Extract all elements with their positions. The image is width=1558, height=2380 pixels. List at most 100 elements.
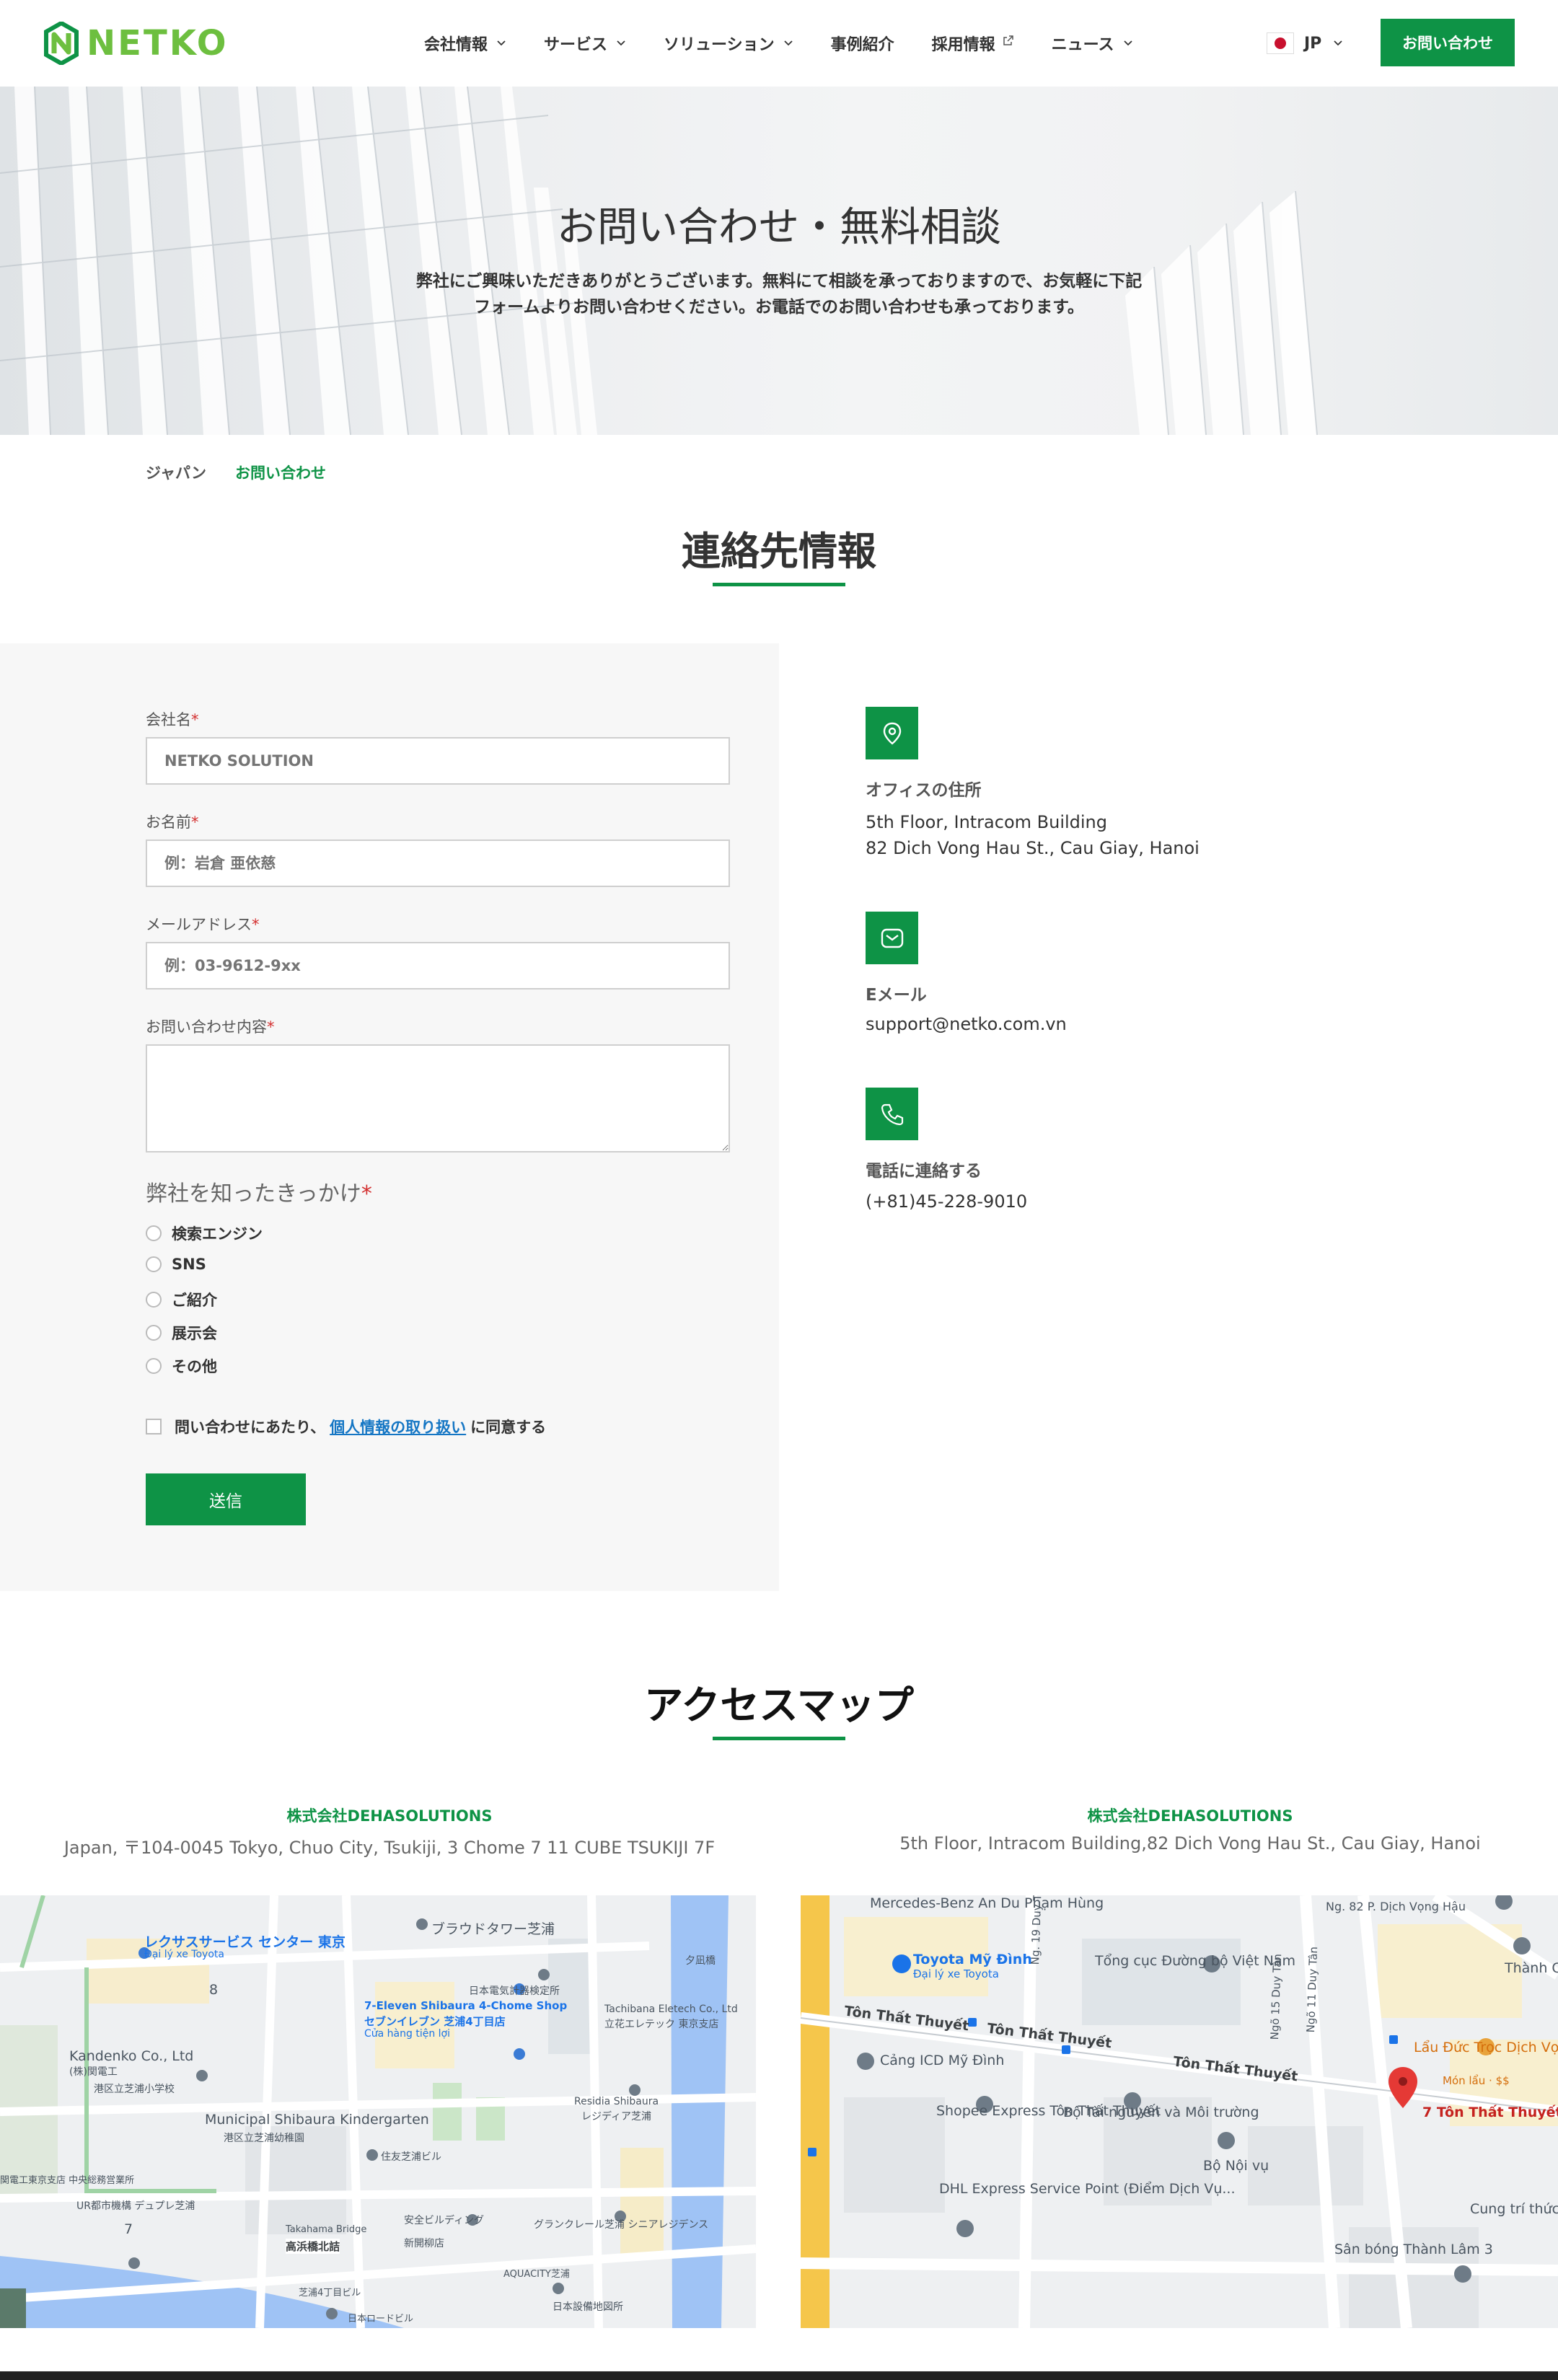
required-mark: * [267,1018,275,1036]
agree-suffix-text: に同意する [470,1419,547,1436]
breadcrumb-home-link[interactable]: ジャパン [146,462,206,483]
map-label: グランクレール芝浦 シニアレジデンス [534,2219,709,2231]
map-label: 関電工東京支店 中央総務営業所 [0,2175,135,2186]
logo-mark-icon [44,22,79,65]
location-pin-icon [866,707,918,759]
map-label: 日本電気計器検定所 [469,1985,560,1997]
map-label: Mercedes-Benz An Du Phạm Hùng [870,1895,1104,1911]
map-label: Sân bóng Thành Lâm 3 [1334,2242,1493,2257]
map-label: 芝浦4丁目ビル [299,2288,361,2299]
label-text: お問い合わせ内容 [146,1018,267,1036]
required-mark: * [191,711,199,728]
map-label: Cửa hàng tiện lợi [364,2028,450,2040]
radio-label: その他 [172,1358,217,1375]
map-label: Tổng cục Đường bộ Việt Nam [1095,1953,1296,1969]
map-label: 港区立芝浦小学校 [94,2084,175,2095]
email-input[interactable] [146,942,730,990]
contact-button[interactable]: お問い合わせ [1381,19,1515,66]
label-text: お名前 [146,814,191,831]
map-label: AQUACITY芝浦 [503,2269,570,2280]
nav-item-label: 採用情報 [931,36,995,54]
map-label: レクサスサービス センター 東京 [144,1934,346,1950]
nav-item-recruit[interactable]: 採用情報 [932,32,1014,55]
radio-button[interactable] [146,1325,162,1341]
map-label: (株)関電工 [69,2066,118,2078]
map-label: 8 [209,1982,219,1998]
map-label: Takahama Bridge [286,2224,367,2235]
language-label: JP [1304,34,1322,53]
privacy-agreement: 問い合わせにあたり、 個人情報の取り扱い に同意する [146,1416,546,1437]
hero-description-line: フォームよりお問い合わせください。お電話でのお問い合わせも承っております。 [474,298,1084,317]
email-address[interactable]: support@netko.com.vn [866,1011,1067,1037]
privacy-checkbox[interactable] [146,1419,162,1434]
radio-label: 展示会 [172,1325,217,1342]
nav-item-label: 事例紹介 [830,36,894,54]
required-mark: * [252,916,260,933]
company-name-label: 会社名* [146,708,199,730]
phone-number[interactable]: (+81)45-228-9010 [866,1189,1027,1215]
map-label: 港区立芝浦幼稚園 [224,2133,304,2144]
radio-button[interactable] [146,1225,162,1241]
radio-button[interactable] [146,1358,162,1374]
map-label: UR都市機構 デュプレ芝浦 [76,2200,195,2212]
map-label: Lẩu Đức Trọc Dịch Vọng Hậu [1414,2040,1558,2055]
map-label: 7 [124,2221,133,2237]
required-mark: * [361,1181,372,1207]
phone-icon [866,1088,918,1140]
tokyo-map[interactable]: レクサスサービス センター 東京 Đại lý xe Toyota ブラウドタワ… [0,1895,756,2328]
nav-item-company[interactable]: 会社情報 [424,32,506,55]
hanoi-map[interactable]: Mercedes-Benz An Du Phạm Hùng Toyota Mỹ … [801,1895,1558,2328]
name-input[interactable] [146,839,730,887]
nav-item-service[interactable]: サービス [544,32,626,55]
nav-item-cases[interactable]: 事例紹介 [831,32,894,55]
company-name-input[interactable] [146,737,730,785]
nav-item-label: ニュース [1051,36,1114,54]
name-label: お名前* [146,811,199,832]
hero-background-image [0,87,1318,435]
radio-option-search-engine[interactable]: 検索エンジン [146,1222,263,1244]
map-label: 新開柳店 [404,2238,444,2249]
email-label: メールアドレス* [146,913,260,935]
chevron-down-icon [617,40,625,46]
radio-option-other[interactable]: その他 [146,1355,217,1377]
map-label: Đại lý xe Toyota [144,1949,224,1960]
phone-title: 電話に連絡する [866,1162,982,1181]
required-mark: * [191,814,199,831]
logo-text: NETKO [87,23,229,63]
japan-office-company: 株式会社DEHASOLUTIONS [286,1807,493,1825]
logo[interactable]: NETKO [42,22,229,65]
hero-description: 弊社にご興味いただきありがとうございます。無料にて相談を承っておりますので、お気… [390,268,1168,320]
nav-item-news[interactable]: ニュース [1052,32,1133,55]
map-label: Bộ Tài nguyên và Môi trường [1063,2104,1259,2120]
radio-button[interactable] [146,1292,162,1308]
label-text: 弊社を知ったきっかけ [146,1181,361,1207]
radio-option-sns[interactable]: SNS [146,1256,206,1273]
privacy-policy-link[interactable]: 個人情報の取り扱い [330,1416,466,1437]
breadcrumb: ジャパン お問い合わせ [146,462,326,483]
contact-section-title: 連絡先情報 [682,529,876,574]
map-label: 日本ロードビル [348,2314,414,2324]
language-selector[interactable]: JP [1267,29,1343,58]
map-label: Thành C - Tòa Nh [1505,1960,1558,1976]
office-address-line: 5th Floor, Intracom Building [866,812,1108,832]
chevron-down-icon [1334,40,1342,46]
hero-description-line: 弊社にご興味いただきありがとうございます。無料にて相談を承っておりますので、お気… [415,272,1143,291]
label-text: メールアドレス [146,916,252,933]
nav-item-label: サービス [544,36,608,54]
map-label: 高浜橋北詰 [286,2239,340,2254]
office-address-line: 82 Dich Vong Hau St., Cau Giay, Hanoi [866,838,1200,858]
radio-option-referral[interactable]: ご紹介 [146,1289,217,1310]
map-label: Ng. 82 P. Dịch Vọng Hậu [1326,1900,1466,1913]
radio-option-exhibition[interactable]: 展示会 [146,1322,217,1344]
office-address-title: オフィスの住所 [866,781,982,800]
map-label: Cung trí thức [1470,2201,1558,2217]
map-label: ブラウドタワー芝浦 [431,1921,555,1937]
submit-button[interactable]: 送信 [146,1473,306,1525]
map-label: DHL Express Service Point (Điểm Dịch Vụ.… [939,2181,1236,2197]
nav-item-solution[interactable]: ソリューション [664,32,793,55]
map-label: Đại lý xe Toyota [913,1967,999,1980]
radio-button[interactable] [146,1256,162,1272]
message-textarea[interactable] [146,1044,730,1152]
email-title: Eメール [866,986,927,1005]
map-label: 立花エレテック 東京支店 [604,2019,719,2030]
